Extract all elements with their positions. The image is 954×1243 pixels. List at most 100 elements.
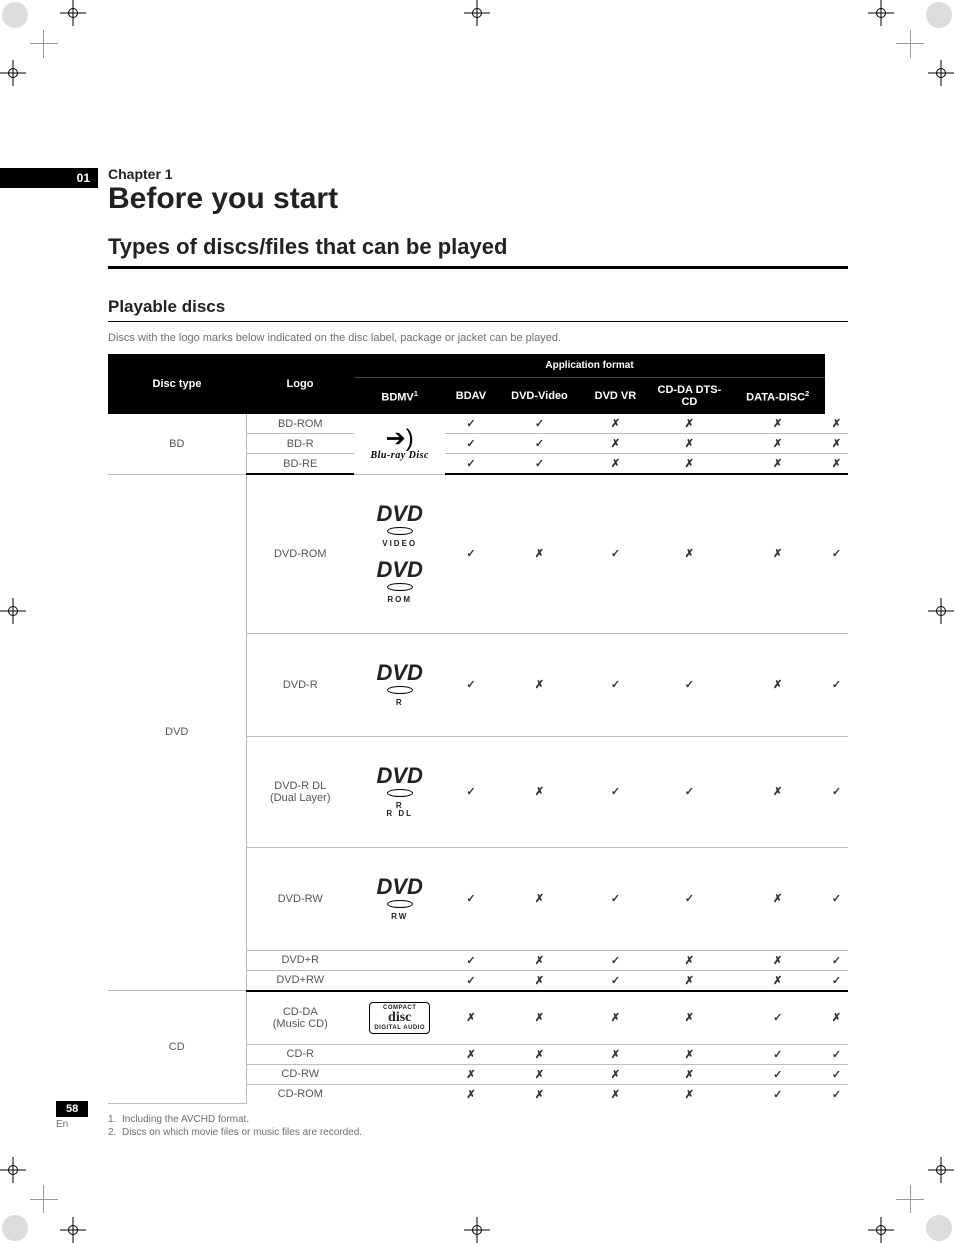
- check-cell: ✓: [496, 454, 582, 475]
- dvd-rom-logo: DVDROM: [376, 559, 422, 604]
- check-cell: ✓: [825, 1064, 848, 1084]
- registration-mark: [928, 1157, 954, 1183]
- check-cell: ✓: [825, 970, 848, 991]
- category-cell: BD: [108, 414, 246, 474]
- table-row: BDBD-ROM➔)Blu-ray Disc✓✓✗✗✗✗: [108, 414, 848, 434]
- cross-cell: ✗: [730, 414, 825, 434]
- disc-compat-table: Disc type Logo Application format BDMV1 …: [108, 354, 848, 1104]
- content: Chapter 1 Before you start Types of disc…: [108, 166, 848, 1140]
- cross-cell: ✗: [496, 847, 582, 950]
- page-lang: En: [56, 1119, 88, 1130]
- cross-cell: ✗: [648, 454, 730, 475]
- th-dvd-video: DVD-Video: [496, 378, 582, 415]
- table-row: DVDDVD-ROMDVDVIDEODVDROM✓✗✓✗✗✓: [108, 474, 848, 633]
- cross-cell: ✗: [496, 970, 582, 991]
- cross-cell: ✗: [730, 847, 825, 950]
- check-cell: ✓: [445, 474, 496, 633]
- trim-mark: [910, 30, 911, 58]
- cross-cell: ✗: [648, 970, 730, 991]
- cross-cell: ✗: [582, 1084, 648, 1104]
- cross-cell: ✗: [445, 991, 496, 1045]
- check-cell: ✓: [445, 950, 496, 970]
- trim-mark: [910, 1185, 911, 1213]
- check-cell: ✓: [825, 950, 848, 970]
- check-cell: ✓: [648, 847, 730, 950]
- disc-cell: CD-R: [246, 1044, 354, 1064]
- cross-cell: ✗: [496, 991, 582, 1045]
- check-cell: ✓: [582, 633, 648, 736]
- check-cell: ✓: [582, 970, 648, 991]
- disc-cell: DVD+R: [246, 950, 354, 970]
- check-cell: ✓: [445, 414, 496, 434]
- table-body: BDBD-ROM➔)Blu-ray Disc✓✓✗✗✗✗BD-R✓✓✗✗✗✗BD…: [108, 414, 848, 1104]
- cross-cell: ✗: [730, 633, 825, 736]
- cross-cell: ✗: [496, 1084, 582, 1104]
- check-cell: ✓: [582, 736, 648, 847]
- registration-mark: [464, 0, 490, 26]
- cross-cell: ✗: [496, 633, 582, 736]
- cross-cell: ✗: [648, 434, 730, 454]
- disc-cell: CD-DA (Music CD): [246, 991, 354, 1045]
- logo-cell: COMPACTdiscDIGITAL AUDIO: [354, 991, 445, 1045]
- logo-cell: [354, 1064, 445, 1084]
- registration-mark: [0, 60, 26, 86]
- intro-text: Discs with the logo marks below indicate…: [108, 332, 848, 344]
- chapter-label: Chapter 1: [108, 166, 848, 182]
- divider-thick: [108, 266, 848, 269]
- corner-mark: [926, 2, 952, 28]
- logo-cell: [354, 1084, 445, 1104]
- cross-cell: ✗: [730, 736, 825, 847]
- cross-cell: ✗: [648, 1084, 730, 1104]
- check-cell: ✓: [582, 847, 648, 950]
- trim-mark: [43, 1185, 44, 1213]
- disc-cell: BD-ROM: [246, 414, 354, 434]
- disc-cell: BD-RE: [246, 454, 354, 475]
- corner-mark: [926, 1215, 952, 1241]
- registration-mark: [868, 1217, 894, 1243]
- th-app-format: Application format: [354, 354, 825, 378]
- cross-cell: ✗: [648, 1064, 730, 1084]
- table-row: CDCD-DA (Music CD)COMPACTdiscDIGITAL AUD…: [108, 991, 848, 1045]
- cross-cell: ✗: [582, 414, 648, 434]
- dvd-rdl-logo: DVDRR DL: [376, 765, 422, 818]
- dvd-rw-logo: DVDRW: [376, 876, 422, 921]
- check-cell: ✓: [445, 434, 496, 454]
- logo-cell: DVDRR DL: [354, 736, 445, 847]
- cross-cell: ✗: [445, 1044, 496, 1064]
- check-cell: ✓: [582, 950, 648, 970]
- cross-cell: ✗: [582, 454, 648, 475]
- dvd-video-logo: DVDVIDEO: [376, 503, 422, 548]
- registration-mark: [868, 0, 894, 26]
- cross-cell: ✗: [730, 454, 825, 475]
- cross-cell: ✗: [825, 454, 848, 475]
- footnote: 1.Including the AVCHD format.: [108, 1114, 848, 1125]
- cross-cell: ✗: [582, 434, 648, 454]
- cross-cell: ✗: [496, 950, 582, 970]
- cross-cell: ✗: [825, 414, 848, 434]
- cross-cell: ✗: [825, 991, 848, 1045]
- trim-mark: [30, 43, 58, 44]
- check-cell: ✓: [445, 633, 496, 736]
- th-disc-type: Disc type: [108, 354, 246, 414]
- check-cell: ✓: [825, 1084, 848, 1104]
- registration-mark: [0, 598, 26, 624]
- corner-mark: [2, 1215, 28, 1241]
- disc-cell: DVD-R DL (Dual Layer): [246, 736, 354, 847]
- check-cell: ✓: [825, 474, 848, 633]
- disc-cell: BD-R: [246, 434, 354, 454]
- check-cell: ✓: [496, 414, 582, 434]
- registration-mark: [60, 1217, 86, 1243]
- check-cell: ✓: [582, 474, 648, 633]
- check-cell: ✓: [730, 1084, 825, 1104]
- registration-mark: [928, 60, 954, 86]
- logo-cell: [354, 950, 445, 970]
- check-cell: ✓: [445, 736, 496, 847]
- category-cell: DVD: [108, 474, 246, 991]
- disc-cell: DVD-RW: [246, 847, 354, 950]
- logo-cell: DVDRW: [354, 847, 445, 950]
- bluray-logo: ➔)Blu-ray Disc: [370, 427, 429, 461]
- disc-cell: CD-ROM: [246, 1084, 354, 1104]
- subsection-title: Playable discs: [108, 297, 848, 317]
- chapter-tab: 01: [0, 168, 98, 188]
- cross-cell: ✗: [445, 1084, 496, 1104]
